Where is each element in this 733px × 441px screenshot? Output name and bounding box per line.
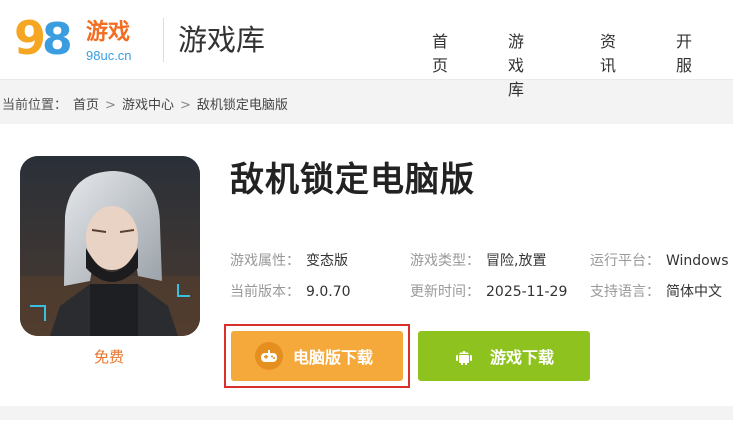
- breadcrumb-prefix: 当前位置：: [2, 98, 68, 113]
- info-key: 当前版本：: [230, 284, 300, 300]
- info-language: 支持语言： 简体中文: [590, 281, 722, 301]
- breadcrumb-current[interactable]: 敌机锁定电脑版: [197, 98, 288, 113]
- game-title: 敌机锁定电脑版: [230, 160, 475, 200]
- info-key: 游戏属性：: [230, 253, 300, 269]
- section-title: 游戏库: [178, 23, 266, 57]
- game-cover-image: [20, 156, 200, 336]
- info-game-type: 游戏类型： 冒险,放置: [410, 250, 546, 270]
- logo-domain: 98uc.cn: [86, 48, 132, 63]
- breadcrumb-separator: >: [105, 98, 116, 113]
- info-key: 运行平台：: [590, 253, 660, 269]
- info-value: 变态版: [306, 253, 348, 269]
- site-header: 9 8 游戏 98uc.cn 游戏库 首页 游戏库 资讯 开服: [0, 0, 733, 99]
- site-logo[interactable]: 9 8 游戏 98uc.cn: [12, 10, 152, 70]
- info-attribute: 游戏属性： 变态版: [230, 250, 348, 270]
- info-key: 更新时间：: [410, 284, 480, 300]
- pc-download-label: 电脑版下载: [293, 348, 374, 367]
- header-divider: [163, 18, 164, 62]
- nav-home[interactable]: 首页: [432, 28, 448, 76]
- info-value: Windows: [666, 253, 729, 269]
- logo-game-text: 游戏: [86, 20, 131, 45]
- gamepad-icon: [255, 342, 283, 370]
- breadcrumb-separator: >: [179, 98, 191, 113]
- game-detail-card: 免费 敌机锁定电脑版 游戏属性： 变态版 游戏类型： 冒险,放置 运行平台： Wind…: [0, 124, 733, 406]
- game-download-label: 游戏下载: [490, 348, 555, 367]
- info-value: 2025-11-29: [486, 284, 568, 300]
- info-update-time: 更新时间： 2025-11-29: [410, 281, 567, 301]
- info-value: 9.0.70: [306, 284, 351, 300]
- info-version: 当前版本： 9.0.70: [230, 281, 351, 301]
- info-value: 冒险,放置: [486, 253, 547, 269]
- info-platform: 运行平台： Windows: [590, 250, 729, 270]
- info-key: 游戏类型：: [410, 253, 480, 269]
- nav-server-open[interactable]: 开服: [676, 28, 692, 76]
- android-icon: [450, 342, 478, 370]
- logo-digit-8: 8: [42, 14, 73, 65]
- next-section-strip: [0, 420, 733, 441]
- price-label: 免费: [94, 348, 125, 366]
- info-key: 支持语言：: [590, 284, 660, 300]
- nav-news[interactable]: 资讯: [600, 28, 616, 76]
- pc-download-button[interactable]: 电脑版下载: [231, 331, 403, 381]
- info-value: 简体中文: [666, 284, 722, 300]
- game-download-button[interactable]: 游戏下载: [418, 331, 590, 381]
- nav-game-library[interactable]: 游戏库: [508, 28, 524, 100]
- breadcrumb-game-center[interactable]: 游戏中心: [122, 98, 174, 113]
- breadcrumb: 当前位置： 首页 > 游戏中心 > 敌机锁定电脑版: [2, 94, 294, 113]
- breadcrumb-home[interactable]: 首页: [73, 98, 99, 113]
